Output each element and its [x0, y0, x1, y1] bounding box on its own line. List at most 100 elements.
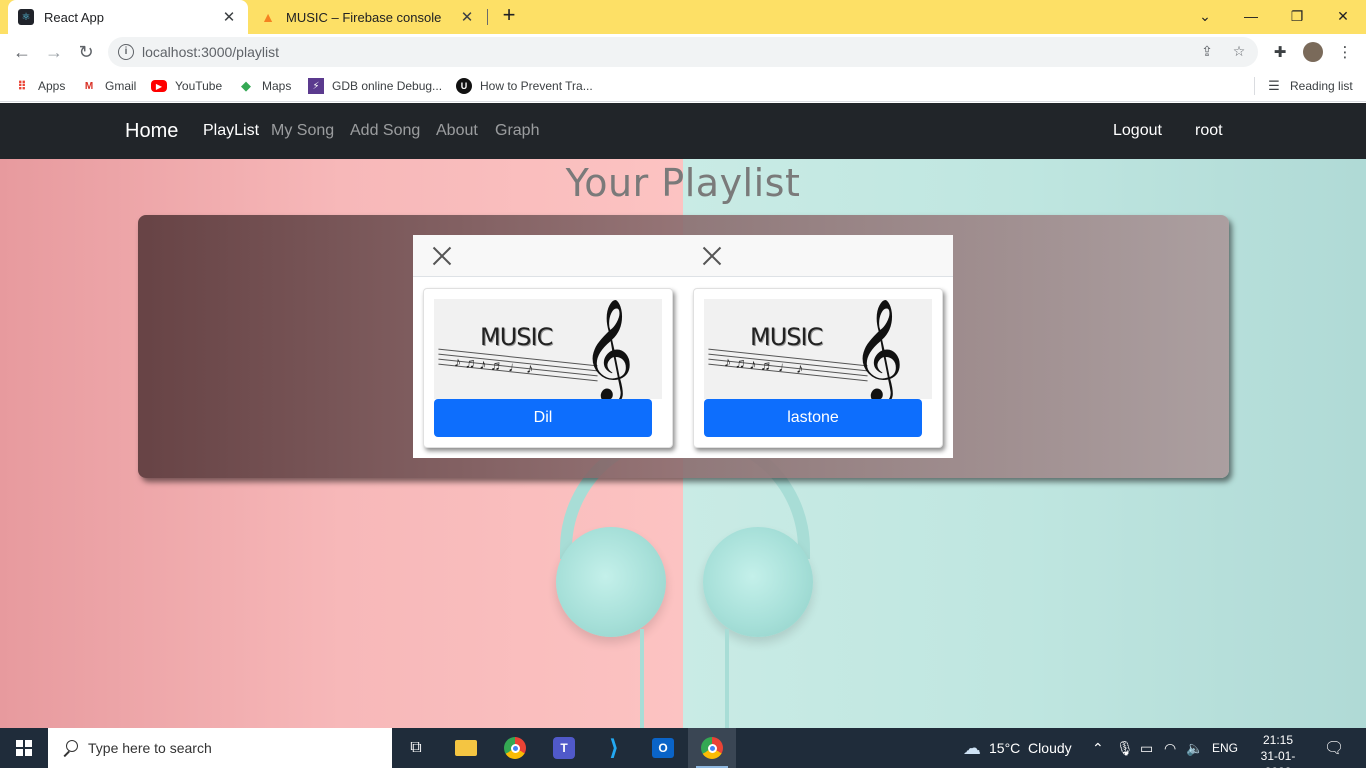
tab-divider — [487, 9, 488, 25]
react-icon: ⚛ — [18, 9, 34, 25]
treble-clef-icon: 𝄞 — [582, 299, 635, 399]
back-arrow-icon[interactable]: ← — [10, 40, 34, 64]
bookmark-label: YouTube — [175, 79, 223, 93]
reading-list-icon: ☰ — [1268, 78, 1280, 93]
nav-user-root[interactable]: root — [1195, 122, 1223, 140]
tab-react-app[interactable]: ⚛ React App ✕ — [8, 0, 248, 34]
extensions-puzzle-icon[interactable]: ✚ — [1271, 43, 1289, 61]
minimize-icon[interactable]: — — [1228, 0, 1274, 32]
song-card: ♪♫♪♬♩♪ MUSIC 𝄞 Dil — [423, 288, 673, 448]
language-indicator[interactable]: ENG — [1212, 728, 1238, 768]
tab-firebase-console[interactable]: ▲ MUSIC – Firebase console ✕ — [250, 0, 486, 34]
bookmark-youtube[interactable]: ▶ YouTube — [151, 76, 222, 96]
music-album-art: ♪♫♪♬♩♪ MUSIC 𝄞 — [434, 299, 662, 399]
battery-icon[interactable]: ▭ — [1140, 728, 1153, 768]
taskbar-search-placeholder: Type here to search — [88, 740, 212, 756]
bookmark-label: Apps — [38, 79, 66, 93]
browser-tab-strip: ⚛ React App ✕ ▲ MUSIC – Firebase console… — [0, 0, 1366, 34]
file-explorer-icon[interactable] — [442, 728, 490, 768]
nav-link-add-song[interactable]: Add Song — [350, 122, 420, 140]
firebase-icon: ▲ — [261, 9, 275, 25]
wifi-icon[interactable]: ◠ — [1164, 728, 1176, 768]
bookmark-label: Gmail — [105, 79, 137, 93]
remove-bar — [413, 235, 953, 277]
bookmark-gmail[interactable]: M Gmail — [81, 76, 137, 96]
outlook-icon[interactable]: O — [639, 728, 687, 768]
task-view-icon[interactable]: ⧉ — [392, 728, 440, 768]
close-tab-icon[interactable]: ✕ — [458, 8, 476, 26]
search-icon — [62, 740, 78, 756]
new-tab-icon[interactable]: + — [498, 4, 520, 27]
profile-avatar[interactable] — [1303, 42, 1323, 62]
bookmark-gdb[interactable]: ⚡ GDB online Debug... — [308, 76, 442, 96]
bookmark-label: Maps — [262, 79, 292, 93]
reading-list-label: Reading list — [1290, 79, 1353, 93]
notifications-icon[interactable]: 🗨 — [1324, 728, 1344, 768]
cloud-icon: ☁ — [963, 737, 981, 758]
site-navbar: Home PlayList My Song Add Song About Gra… — [0, 103, 1366, 159]
youtube-icon: ▶ — [151, 80, 167, 92]
reload-icon[interactable]: ↻ — [74, 40, 98, 64]
album-art-text: MUSIC — [750, 323, 823, 351]
bookmark-star-icon[interactable]: ☆ — [1230, 43, 1248, 61]
teams-icon[interactable]: T — [540, 728, 588, 768]
system-clock[interactable]: 21:15 31-01-2022 — [1250, 732, 1306, 768]
gdb-bolt-icon: ⚡ — [308, 78, 324, 94]
volume-icon[interactable]: 🔈 — [1186, 728, 1203, 768]
windows-taskbar: Type here to search ⧉ T ⟩ O ☁ 15°C Cloud… — [0, 728, 1366, 768]
chrome-icon[interactable] — [491, 728, 539, 768]
nav-brand-home[interactable]: Home — [125, 120, 178, 143]
bookmark-how-to-prevent[interactable]: U How to Prevent Tra... — [456, 76, 593, 96]
taskbar-search-box[interactable]: Type here to search — [48, 728, 392, 768]
show-hidden-icons-chevron-icon[interactable]: ⌃ — [1092, 728, 1104, 768]
weather-widget[interactable]: ☁ 15°C Cloudy — [963, 728, 1072, 768]
bookmarks-bar: ⠿ Apps M Gmail ▶ YouTube ◆ Maps ⚡ GDB on… — [0, 70, 1366, 102]
bookmark-maps[interactable]: ◆ Maps — [238, 76, 291, 96]
url-text[interactable]: localhost:3000/playlist — [142, 44, 279, 60]
album-art-text: MUSIC — [480, 323, 553, 351]
address-bar[interactable]: i localhost:3000/playlist ⇪ ☆ — [108, 37, 1258, 67]
nav-link-playlist[interactable]: PlayList — [203, 122, 259, 140]
tab-title: React App — [44, 9, 104, 25]
windows-logo-icon — [16, 740, 32, 756]
remove-song-close-icon[interactable] — [431, 245, 453, 267]
playlist-page: Your Playlist ♪♫♪♬♩♪ MUSIC 𝄞 Dil ♪♫♪♬♩♪ … — [0, 159, 1366, 728]
song-card: ♪♫♪♬♩♪ MUSIC 𝄞 lastone — [693, 288, 943, 448]
reading-list-button[interactable]: ☰ Reading list — [1266, 76, 1353, 96]
song-button-dil[interactable]: Dil — [434, 399, 652, 437]
share-icon[interactable]: ⇪ — [1198, 43, 1216, 61]
clock-time: 21:15 — [1262, 733, 1294, 747]
vscode-icon[interactable]: ⟩ — [590, 728, 638, 768]
bookmark-apps[interactable]: ⠿ Apps — [14, 76, 65, 96]
nav-link-about[interactable]: About — [436, 122, 478, 140]
playlist-card-container: ♪♫♪♬♩♪ MUSIC 𝄞 Dil ♪♫♪♬♩♪ MUSIC 𝄞 laston… — [413, 235, 953, 458]
remove-song-close-icon[interactable] — [701, 245, 723, 267]
maps-pin-icon: ◆ — [241, 78, 251, 93]
gmail-icon: M — [84, 80, 94, 92]
weather-text: 15°C Cloudy — [989, 740, 1072, 756]
menu-kebab-icon[interactable]: ⋮ — [1336, 43, 1354, 61]
bookmark-label: How to Prevent Tra... — [480, 79, 593, 93]
chrome-active-icon[interactable] — [688, 728, 736, 768]
close-tab-icon[interactable]: ✕ — [220, 8, 238, 26]
song-button-lastone[interactable]: lastone — [704, 399, 922, 437]
close-window-icon[interactable]: ✕ — [1320, 0, 1366, 32]
music-album-art: ♪♫♪♬♩♪ MUSIC 𝄞 — [704, 299, 932, 399]
nav-link-my-song[interactable]: My Song — [271, 122, 334, 140]
nav-link-graph[interactable]: Graph — [495, 122, 539, 140]
clock-date: 31-01-2022 — [1260, 749, 1296, 768]
forward-arrow-icon[interactable]: → — [42, 40, 66, 64]
restore-icon[interactable]: ❐ — [1274, 0, 1320, 32]
treble-clef-icon: 𝄞 — [852, 299, 905, 399]
apps-grid-icon: ⠿ — [17, 79, 27, 93]
page-title: Your Playlist — [565, 161, 801, 205]
tab-search-chevron-icon[interactable]: ⌄ — [1182, 0, 1228, 32]
bookmark-label: GDB online Debug... — [332, 79, 443, 93]
microphone-icon[interactable]: 🎙 — [1116, 728, 1134, 768]
udemy-icon: U — [456, 78, 472, 94]
site-info-icon[interactable]: i — [118, 44, 134, 60]
bookmarks-divider — [1254, 77, 1255, 95]
start-button[interactable] — [0, 728, 48, 768]
nav-logout[interactable]: Logout — [1113, 122, 1162, 140]
tab-title: MUSIC – Firebase console — [286, 9, 442, 25]
